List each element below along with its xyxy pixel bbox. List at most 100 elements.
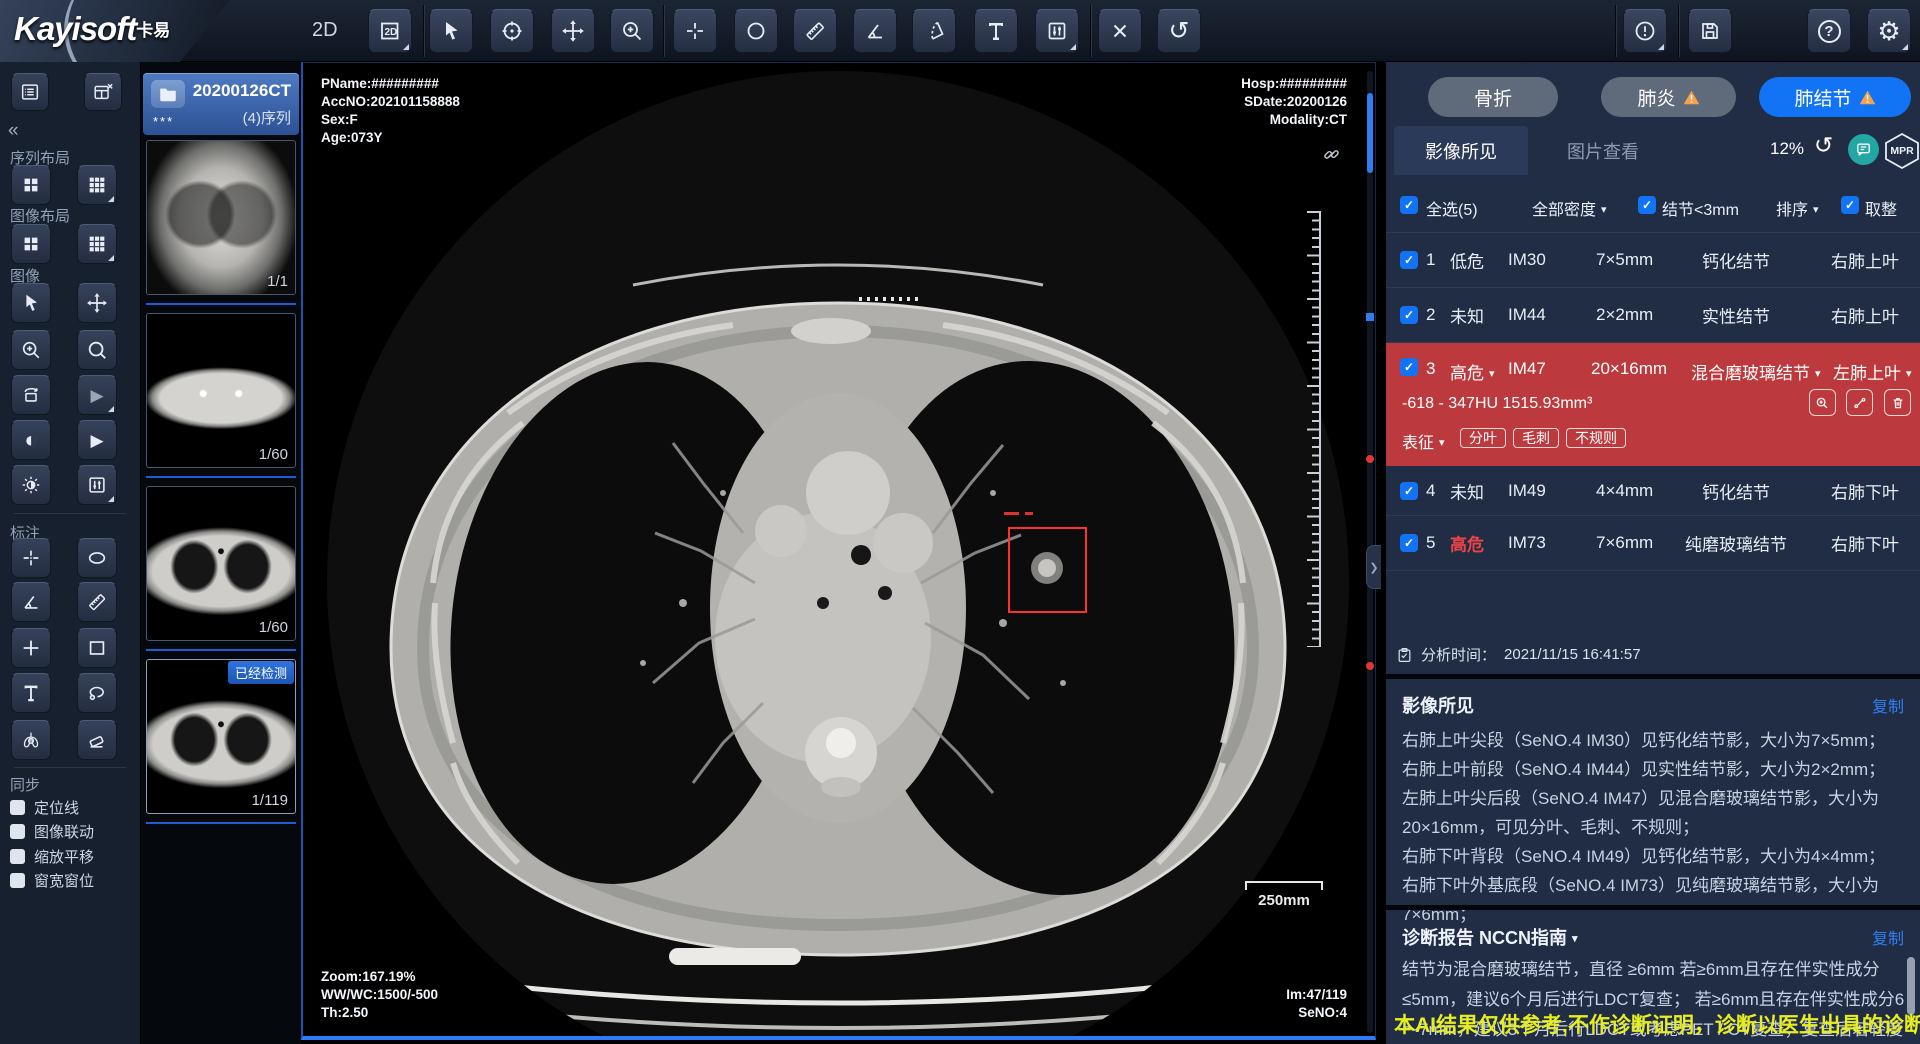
cobb-angle-tool-button[interactable]: [912, 9, 956, 53]
nodule-zoom-button[interactable]: [1809, 389, 1836, 416]
sidebar-pan-button[interactable]: [77, 283, 117, 323]
round-checkbox[interactable]: [1841, 196, 1859, 214]
study-header[interactable]: 20200126CT *** (4)序列: [143, 73, 299, 135]
report-bubble-button[interactable]: [1848, 134, 1879, 165]
nodule-checkbox[interactable]: [1400, 251, 1418, 269]
save-button[interactable]: [1688, 9, 1732, 53]
annotation-lasso-button[interactable]: [77, 673, 117, 713]
nodule-checkbox[interactable]: [1400, 482, 1418, 500]
lt3mm-checkbox[interactable]: [1638, 196, 1656, 214]
report-warning-button[interactable]: [1623, 9, 1667, 53]
close-layout-button[interactable]: [84, 73, 122, 111]
annotation-rectangle-button[interactable]: [77, 628, 117, 668]
checkbox-unchecked[interactable]: [10, 849, 25, 864]
image-layout-grid-button[interactable]: [77, 224, 117, 264]
sidebar-select-button[interactable]: [11, 283, 51, 323]
folder-button[interactable]: [151, 80, 185, 108]
series-layout-grid-button[interactable]: [77, 165, 117, 205]
nodule-row-4[interactable]: 4 未知 IM49 4×4mm 钙化结节 右肺下叶: [1386, 466, 1920, 516]
sidebar-magnify-button[interactable]: [77, 330, 117, 370]
ellipse-tool-button[interactable]: [734, 9, 778, 53]
trait-dropdown[interactable]: 表征: [1402, 429, 1445, 453]
help-button[interactable]: ?: [1807, 9, 1851, 53]
link-button[interactable]: [1322, 145, 1341, 164]
viewer-scrollbar-thumb[interactable]: [1367, 93, 1373, 173]
nodule-checkbox[interactable]: [1400, 306, 1418, 324]
sidebar-rotate-button[interactable]: [11, 375, 51, 415]
sync-option-window[interactable]: 窗宽窗位: [10, 870, 94, 891]
annotation-cross-button[interactable]: [11, 628, 51, 668]
panel-scrollbar-thumb[interactable]: [1907, 957, 1915, 1015]
sidebar-jump-button[interactable]: ▶: [77, 375, 117, 415]
checkbox-unchecked[interactable]: [10, 824, 25, 839]
select-all-checkbox[interactable]: [1400, 196, 1418, 214]
sidebar-brightness-button[interactable]: [11, 465, 51, 505]
nodule-type-dropdown[interactable]: 混合磨玻璃结节: [1691, 359, 1821, 384]
report-section-title[interactable]: 诊断报告 NCCN指南: [1402, 924, 1578, 950]
checkbox-unchecked[interactable]: [10, 800, 25, 815]
refresh-button[interactable]: ↺: [1814, 132, 1833, 159]
settings-button[interactable]: ⚙: [1867, 9, 1911, 53]
collapse-sidebar-icon[interactable]: «: [8, 120, 19, 142]
tab-image-view[interactable]: 图片查看: [1538, 126, 1668, 175]
nodule-marker-red[interactable]: [1366, 455, 1374, 463]
annotation-ruler-button[interactable]: [77, 582, 117, 622]
angle-tool-button[interactable]: [853, 9, 897, 53]
annotation-text-button[interactable]: [11, 673, 51, 713]
nodule-checkbox[interactable]: [1400, 534, 1418, 552]
crosshair-tool-button[interactable]: [673, 9, 717, 53]
slice-marker-blue[interactable]: [1366, 313, 1374, 321]
series-panel-button[interactable]: [11, 73, 49, 111]
zoom-tool-button[interactable]: [610, 9, 654, 53]
sync-option-locator-line[interactable]: 定位线: [10, 797, 79, 818]
module-fracture-button[interactable]: 骨折: [1428, 77, 1558, 117]
pan-tool-button[interactable]: [551, 9, 595, 53]
mpr-button[interactable]: MPR: [1882, 132, 1920, 170]
checkbox-unchecked[interactable]: [10, 873, 25, 888]
annotation-angle-button[interactable]: [11, 582, 51, 622]
nodule-compare-button[interactable]: [1846, 389, 1873, 416]
ruler-tool-button[interactable]: [793, 9, 837, 53]
sidebar-invert-button[interactable]: ◐: [11, 420, 51, 460]
layout-2d-button[interactable]: 2D: [368, 9, 412, 53]
image-layout-2x2-button[interactable]: [11, 224, 51, 264]
findings-copy-button[interactable]: 复制: [1872, 693, 1904, 717]
series-thumbnail-1[interactable]: 1/1: [146, 140, 296, 295]
tab-findings[interactable]: 影像所见: [1394, 126, 1528, 175]
annotation-crosshair-button[interactable]: [11, 538, 51, 578]
annotation-lung-segment-button[interactable]: [11, 720, 51, 760]
locate-tool-button[interactable]: [490, 9, 534, 53]
annotation-eraser-button[interactable]: [77, 720, 117, 760]
series-layout-2x2-button[interactable]: [11, 165, 51, 205]
nodule-marker-red[interactable]: [1366, 662, 1374, 670]
select-tool-button[interactable]: [429, 9, 473, 53]
sync-option-image-link[interactable]: 图像联动: [10, 821, 94, 842]
module-lung-nodule-button[interactable]: 肺结节: [1759, 77, 1911, 117]
sidebar-zoom-in-button[interactable]: [11, 330, 51, 370]
module-pneumonia-button[interactable]: 肺炎: [1601, 77, 1736, 117]
nodule-roi-box[interactable]: [1008, 527, 1087, 613]
series-thumbnail-4[interactable]: 已经检测 1/119: [146, 659, 296, 814]
series-thumbnail-2[interactable]: 1/60: [146, 313, 296, 468]
delete-tool-button[interactable]: [1098, 9, 1142, 53]
sort-dropdown[interactable]: 排序: [1776, 196, 1819, 220]
nodule-risk-dropdown[interactable]: 高危: [1450, 359, 1495, 384]
density-dropdown[interactable]: 全部密度: [1532, 196, 1607, 220]
panel-collapse-handle[interactable]: ❯: [1366, 545, 1381, 589]
window-level-tool-button[interactable]: [1035, 9, 1079, 53]
sidebar-window-level-button[interactable]: [77, 465, 117, 505]
nodule-row-2[interactable]: 2 未知 IM44 2×2mm 实性结节 右肺上叶: [1386, 288, 1920, 343]
annotation-ellipse-button[interactable]: [77, 538, 117, 578]
report-copy-button[interactable]: 复制: [1872, 925, 1904, 949]
nodule-location-dropdown[interactable]: 左肺上叶: [1833, 359, 1912, 384]
text-tool-button[interactable]: [974, 9, 1018, 53]
sidebar-play-button[interactable]: ▶: [77, 420, 117, 460]
nodule-delete-button[interactable]: [1884, 389, 1911, 416]
nodule-checkbox[interactable]: [1400, 358, 1418, 376]
series-thumbnail-3[interactable]: 1/60: [146, 486, 296, 641]
ct-viewport[interactable]: PName:######### AccNO:202101158888 Sex:F…: [301, 62, 1376, 1040]
nodule-row-3-selected[interactable]: 3 高危 IM47 20×16mm 混合磨玻璃结节 左肺上叶 -618 - 34…: [1386, 343, 1920, 466]
nodule-row-1[interactable]: 1 低危 IM30 7×5mm 钙化结节 右肺上叶: [1386, 233, 1920, 288]
reset-tool-button[interactable]: ↺: [1157, 9, 1201, 53]
sync-option-zoom-pan[interactable]: 缩放平移: [10, 846, 94, 867]
